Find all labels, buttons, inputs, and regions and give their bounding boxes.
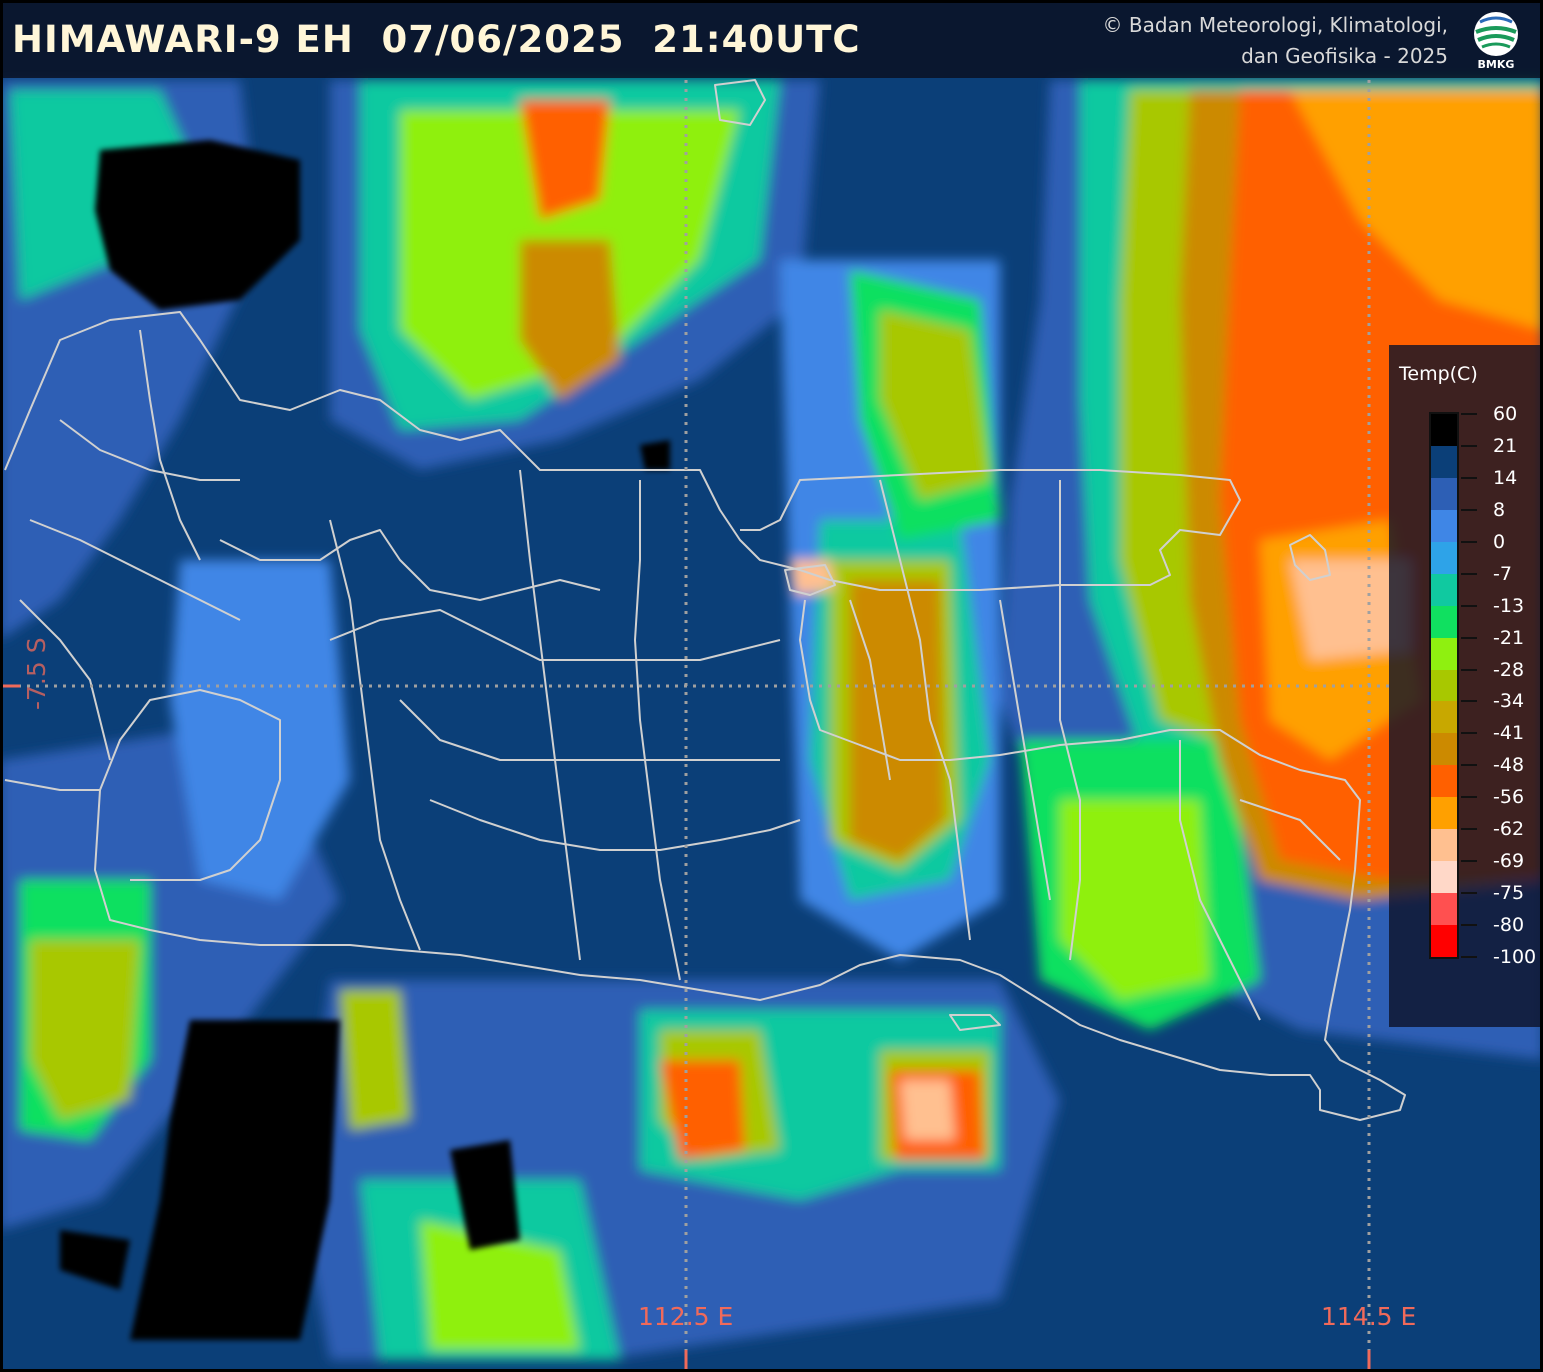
legend-tick-label: 14 — [1493, 466, 1518, 489]
legend-tick-label: -75 — [1493, 882, 1525, 905]
color-segment — [1431, 414, 1457, 446]
legend-tick-label: -62 — [1493, 818, 1525, 841]
color-segment — [1431, 605, 1457, 638]
legend-tick-label: -80 — [1493, 914, 1525, 937]
color-bar — [1429, 412, 1459, 959]
lon-label-114-5: 114.5 E — [1321, 1302, 1417, 1331]
image-title: HIMAWARI-9 EH 07/06/2025 21:40UTC — [12, 18, 861, 61]
legend-tick-label: -56 — [1493, 786, 1525, 809]
temperature-legend: Temp(C) 60 21 14 8 0 -7 -13 -21 -28 -34 -41 -48 -56 -… — [1389, 345, 1543, 1027]
legend-tick — [1461, 732, 1477, 735]
bmkg-logo-icon — [1474, 12, 1518, 56]
legend-tick — [1461, 828, 1477, 831]
legend-tick-label: -28 — [1493, 658, 1525, 681]
legend-tick — [1461, 508, 1477, 511]
legend-tick — [1461, 924, 1477, 927]
color-segment — [1431, 701, 1457, 734]
color-segment — [1431, 669, 1457, 702]
legend-tick-label: -69 — [1493, 850, 1525, 873]
legend-title: Temp(C) — [1399, 363, 1478, 385]
legend-tick — [1461, 572, 1477, 575]
satellite-map — [0, 0, 1543, 1372]
legend-tick-label: -34 — [1493, 690, 1525, 713]
color-segment — [1431, 925, 1457, 957]
legend-tick-label: -7 — [1493, 562, 1512, 585]
copyright-line-2: dan Geofisika - 2025 — [1241, 44, 1448, 68]
legend-tick — [1461, 444, 1477, 447]
legend-tick-label: -41 — [1493, 722, 1525, 745]
legend-tick-label: 0 — [1493, 530, 1506, 553]
copyright-notice: © Badan Meteorologi, Klimatologi, dan Ge… — [1103, 10, 1449, 72]
legend-tick — [1461, 413, 1477, 415]
color-segment — [1431, 477, 1457, 510]
legend-tick-label: 8 — [1493, 498, 1506, 521]
legend-tick-label: -48 — [1493, 754, 1525, 777]
color-segment — [1431, 541, 1457, 574]
color-segment — [1431, 445, 1457, 478]
legend-tick-label: 21 — [1493, 434, 1518, 457]
header-bar: HIMAWARI-9 EH 07/06/2025 21:40UTC © Bada… — [0, 0, 1543, 78]
legend-tick-label: -100 — [1493, 946, 1537, 968]
legend-tick-label: 60 — [1493, 403, 1518, 425]
bmkg-logo: BMKG — [1470, 10, 1522, 72]
legend-tick-label: -13 — [1493, 594, 1525, 617]
legend-tick — [1461, 636, 1477, 639]
legend-tick-label: -21 — [1493, 626, 1525, 649]
color-segment — [1431, 797, 1457, 830]
color-segment — [1431, 509, 1457, 542]
legend-tick — [1461, 700, 1477, 703]
logo-label: BMKG — [1477, 58, 1515, 71]
legend-tick — [1461, 476, 1477, 479]
legend-tick — [1461, 892, 1477, 895]
lon-label-112-5: 112.5 E — [638, 1302, 734, 1331]
color-segment — [1431, 861, 1457, 894]
legend-tick — [1461, 540, 1477, 543]
legend-tick — [1461, 764, 1477, 767]
color-segment — [1431, 733, 1457, 766]
lat-label: -7.5 S — [22, 637, 51, 710]
color-segment — [1431, 765, 1457, 798]
legend-tick — [1461, 604, 1477, 607]
color-segment — [1431, 637, 1457, 670]
color-segment — [1431, 829, 1457, 862]
copyright-line-1: © Badan Meteorologi, Klimatologi, — [1102, 13, 1449, 37]
legend-tick — [1461, 860, 1477, 863]
legend-tick — [1461, 796, 1477, 799]
legend-tick — [1461, 668, 1477, 671]
legend-tick — [1461, 956, 1477, 958]
color-segment — [1431, 893, 1457, 925]
color-segment — [1431, 573, 1457, 606]
